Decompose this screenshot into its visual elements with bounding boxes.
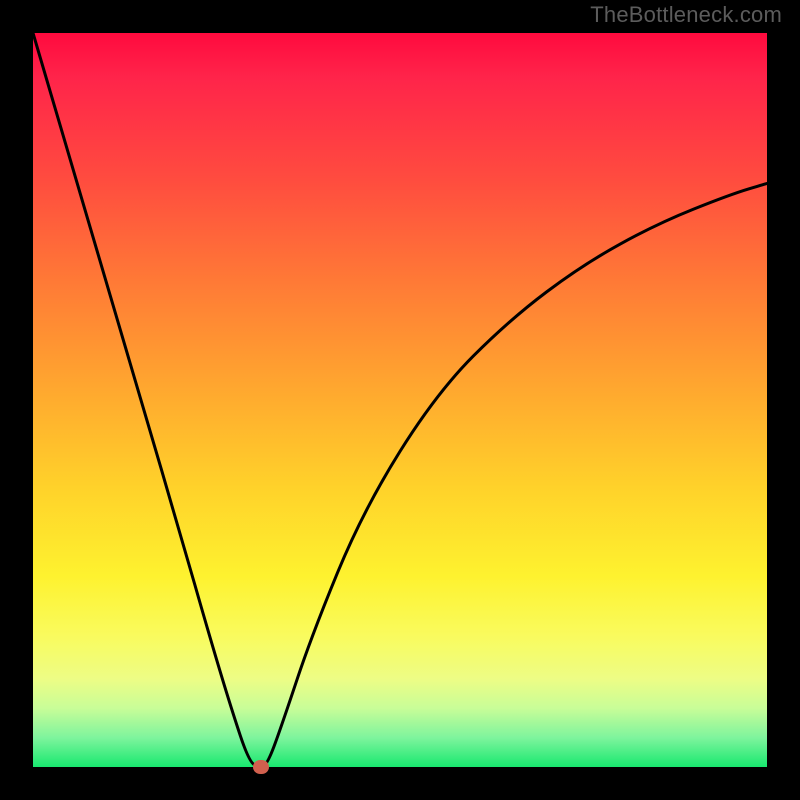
plot-area [33,33,767,767]
chart-stage: TheBottleneck.com [0,0,800,800]
watermark-text: TheBottleneck.com [590,2,782,28]
minimum-marker-dot [253,760,269,774]
bottleneck-curve [33,33,767,767]
